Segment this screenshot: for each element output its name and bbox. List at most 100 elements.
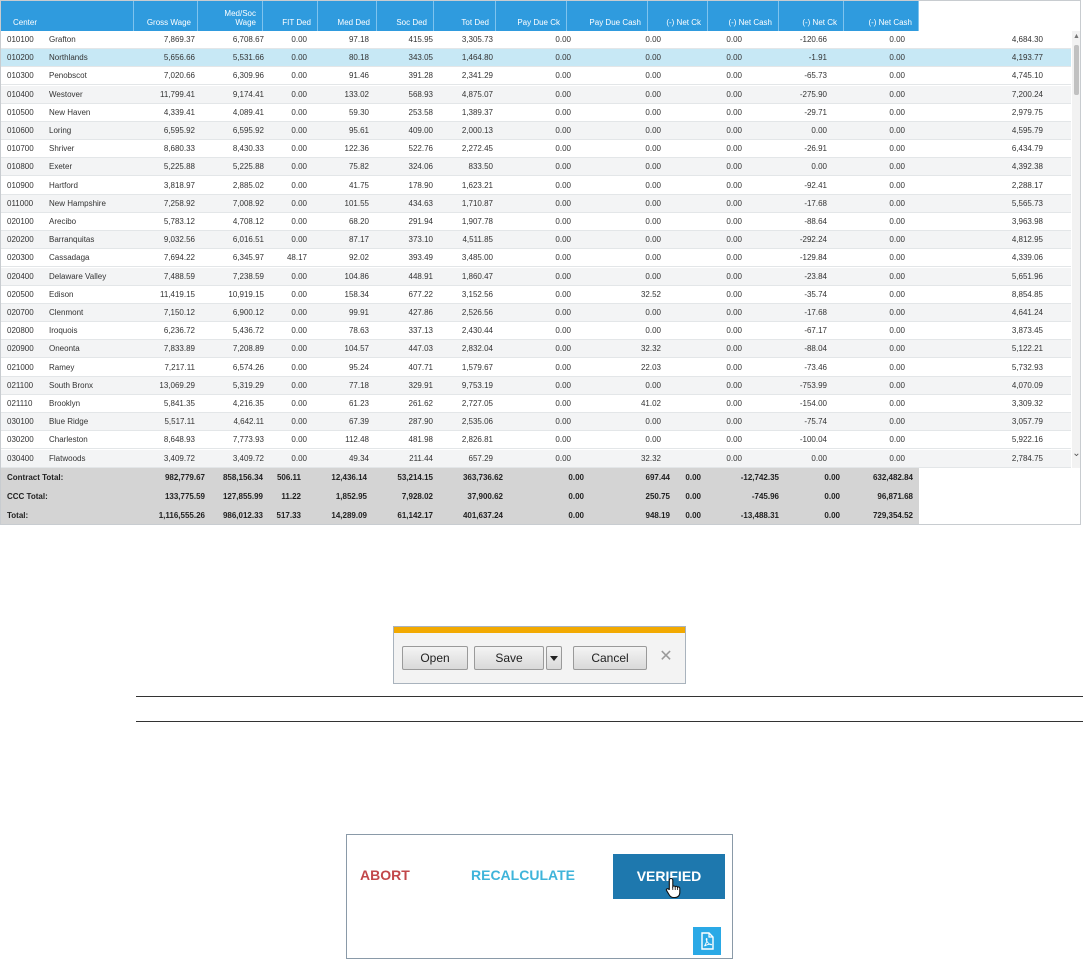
totals-label: CCC Total: — [7, 492, 48, 501]
column-header[interactable]: Gross Wage — [134, 1, 198, 31]
recalculate-button[interactable]: RECALCULATE — [471, 867, 575, 883]
table-cell: 373.10 — [408, 235, 433, 245]
table-cell: 0.00 — [291, 198, 307, 208]
column-header[interactable]: (-) Net Cash — [844, 1, 919, 31]
totals-cell: 401,637.24 — [462, 511, 503, 520]
column-header[interactable]: Med Ded — [318, 1, 377, 31]
table-cell: 97.18 — [348, 35, 369, 44]
cancel-button[interactable]: Cancel — [573, 646, 647, 670]
table-row[interactable]: 010200 Northlands 5,656.66 5,531.66 0.00 80.1… — [1, 49, 1071, 68]
center-code: 030100 — [7, 417, 34, 427]
table-cell: 5,225.88 — [163, 162, 195, 172]
save-button[interactable]: Save — [474, 646, 544, 670]
table-row[interactable]: 030200 Charleston 8,648.93 7,773.93 0.00 112.… — [1, 431, 1071, 450]
table-row[interactable]: 010800 Exeter 5,225.88 5,225.88 0.00 75.82 324… — [1, 158, 1071, 177]
table-cell: 343.05 — [408, 53, 433, 63]
table-cell: 8,648.93 — [163, 435, 195, 445]
table-cell: 0.00 — [555, 126, 571, 135]
table-cell: 9,174.41 — [232, 89, 264, 99]
table-cell: 447.03 — [408, 344, 433, 354]
table-cell: 0.00 — [555, 144, 571, 154]
table-row[interactable]: 021100 South Bronx 13,069.29 5,319.29 0.00 77… — [1, 376, 1071, 395]
table-row[interactable]: 020400 Delaware Valley 7,488.59 7,238.59 0.0… — [1, 267, 1071, 286]
table-cell: 0.00 — [645, 326, 661, 336]
table-cell: 0.00 — [889, 435, 905, 445]
table-cell: 0.00 — [889, 289, 905, 299]
table-cell: 0.00 — [555, 326, 571, 336]
pdf-button[interactable] — [693, 927, 721, 955]
table-cell: 0.00 — [811, 162, 827, 172]
column-header[interactable]: FIT Ded — [263, 1, 318, 31]
table-cell: 6,434.79 — [1011, 144, 1043, 154]
table-cell: 0.00 — [645, 198, 661, 208]
scroll-up-icon[interactable]: ▲ — [1073, 33, 1080, 41]
center-name: Blue Ridge — [49, 417, 89, 427]
column-header[interactable]: Tot Ded — [434, 1, 496, 31]
column-header[interactable]: Med/Soc Wage — [198, 1, 263, 31]
table-row[interactable]: 020300 Cassadaga 7,694.22 6,345.97 48.17 92.0… — [1, 249, 1071, 268]
table-cell: 4,875.07 — [461, 89, 493, 99]
table-row[interactable]: 021000 Ramey 7,217.11 6,574.26 0.00 95.24 407.… — [1, 359, 1071, 377]
table-cell: 391.28 — [408, 71, 433, 81]
table-cell: 337.13 — [408, 326, 433, 336]
grid-header: Center Gross Wage Med/Soc Wage FIT Ded Med D… — [1, 1, 919, 31]
table-cell: 1,464.80 — [461, 53, 493, 63]
table-cell: 0.00 — [291, 180, 307, 190]
table-row[interactable]: 030100 Blue Ridge 5,517.11 4,642.11 0.00 67.3… — [1, 413, 1071, 432]
table-cell: 677.22 — [408, 289, 433, 299]
table-cell: -100.04 — [799, 435, 827, 445]
table-cell: 0.00 — [726, 89, 742, 99]
table-row[interactable]: 010400 Westover 11,799.41 9,174.41 0.00 133.0… — [1, 85, 1071, 104]
table-cell: 1,710.87 — [461, 198, 493, 208]
table-row[interactable]: 020700 Clenmont 7,150.12 6,900.12 0.00 99.91 4… — [1, 304, 1071, 322]
table-cell: 0.00 — [726, 417, 742, 427]
table-row[interactable]: 020900 Oneonta 7,833.89 7,208.89 0.00 104.57 4… — [1, 340, 1071, 359]
column-header[interactable]: (-) Net Ck — [648, 1, 708, 31]
column-header[interactable]: Soc Ded — [377, 1, 434, 31]
table-cell: 2,341.29 — [461, 71, 493, 81]
dialog-accent-bar — [394, 627, 685, 633]
column-header[interactable]: (-) Net Cash — [708, 1, 779, 31]
table-row[interactable]: 010100 Grafton 7,869.37 6,708.67 0.00 97.18 41… — [1, 31, 1071, 49]
column-header[interactable]: Pay Due Ck — [496, 1, 567, 31]
column-header[interactable]: (-) Net Ck — [779, 1, 844, 31]
table-cell: 101.55 — [344, 198, 369, 208]
table-cell: 4,641.24 — [1011, 308, 1043, 317]
table-row[interactable]: 030400 Flatwoods 3,409.72 3,409.72 0.00 49.34… — [1, 449, 1071, 468]
column-header[interactable]: Pay Due Cash — [567, 1, 648, 31]
table-row[interactable]: 010300 Penobscot 7,020.66 6,309.96 0.00 91.46… — [1, 67, 1071, 86]
table-row[interactable]: 020500 Edison 11,419.15 10,919.15 0.00 158.34… — [1, 286, 1071, 304]
table-row[interactable]: 011000 New Hampshire 7,258.92 7,008.92 0.00 1… — [1, 194, 1071, 213]
open-button[interactable]: Open — [402, 646, 468, 670]
table-cell: 0.00 — [555, 53, 571, 63]
center-name: Grafton — [49, 35, 76, 44]
table-row[interactable]: 010700 Shriver 8,680.33 8,430.33 0.00 122.36 5… — [1, 140, 1071, 159]
totals-cell: 0.00 — [824, 511, 840, 520]
table-cell: 2,000.13 — [461, 126, 493, 135]
table-row[interactable]: 020800 Iroquois 6,236.72 5,436.72 0.00 78.63 3… — [1, 322, 1071, 341]
column-header[interactable]: Center — [1, 1, 134, 31]
table-cell: 0.00 — [889, 326, 905, 336]
table-cell: -23.84 — [804, 271, 827, 281]
table-cell: 0.00 — [555, 162, 571, 172]
scrollbar-thumb[interactable] — [1074, 45, 1079, 95]
table-row[interactable]: 020100 Arecibo 5,783.12 4,708.12 0.00 68.20 29… — [1, 213, 1071, 231]
table-cell: 68.20 — [348, 217, 369, 226]
save-dropdown-button[interactable] — [546, 646, 562, 670]
table-row[interactable]: 010500 New Haven 4,339.41 4,089.41 0.00 59.30… — [1, 104, 1071, 122]
table-row[interactable]: 021110 Brooklyn 5,841.35 4,216.35 0.00 61.23 2… — [1, 395, 1071, 413]
center-name: Penobscot — [49, 71, 87, 81]
table-cell: 324.06 — [408, 162, 433, 172]
table-row[interactable]: 010600 Loring 6,595.92 6,595.92 0.00 95.61 409… — [1, 122, 1071, 140]
table-cell: 4,708.12 — [232, 217, 264, 226]
vertical-scrollbar[interactable]: ▲ ⌄ — [1072, 31, 1080, 468]
table-row[interactable]: 010900 Hartford 3,818.97 2,885.02 0.00 41.75 1… — [1, 177, 1071, 195]
scroll-down-icon[interactable]: ⌄ — [1072, 449, 1080, 459]
table-cell: 3,409.72 — [163, 453, 195, 463]
center-name: Edison — [49, 289, 74, 299]
table-cell: 4,511.85 — [462, 235, 493, 245]
close-icon[interactable]: ✕ — [659, 649, 673, 665]
abort-button[interactable]: ABORT — [360, 867, 410, 883]
table-cell: 448.91 — [408, 271, 433, 281]
table-row[interactable]: 020200 Barranquitas 9,032.56 6,016.51 0.00 87… — [1, 231, 1071, 250]
